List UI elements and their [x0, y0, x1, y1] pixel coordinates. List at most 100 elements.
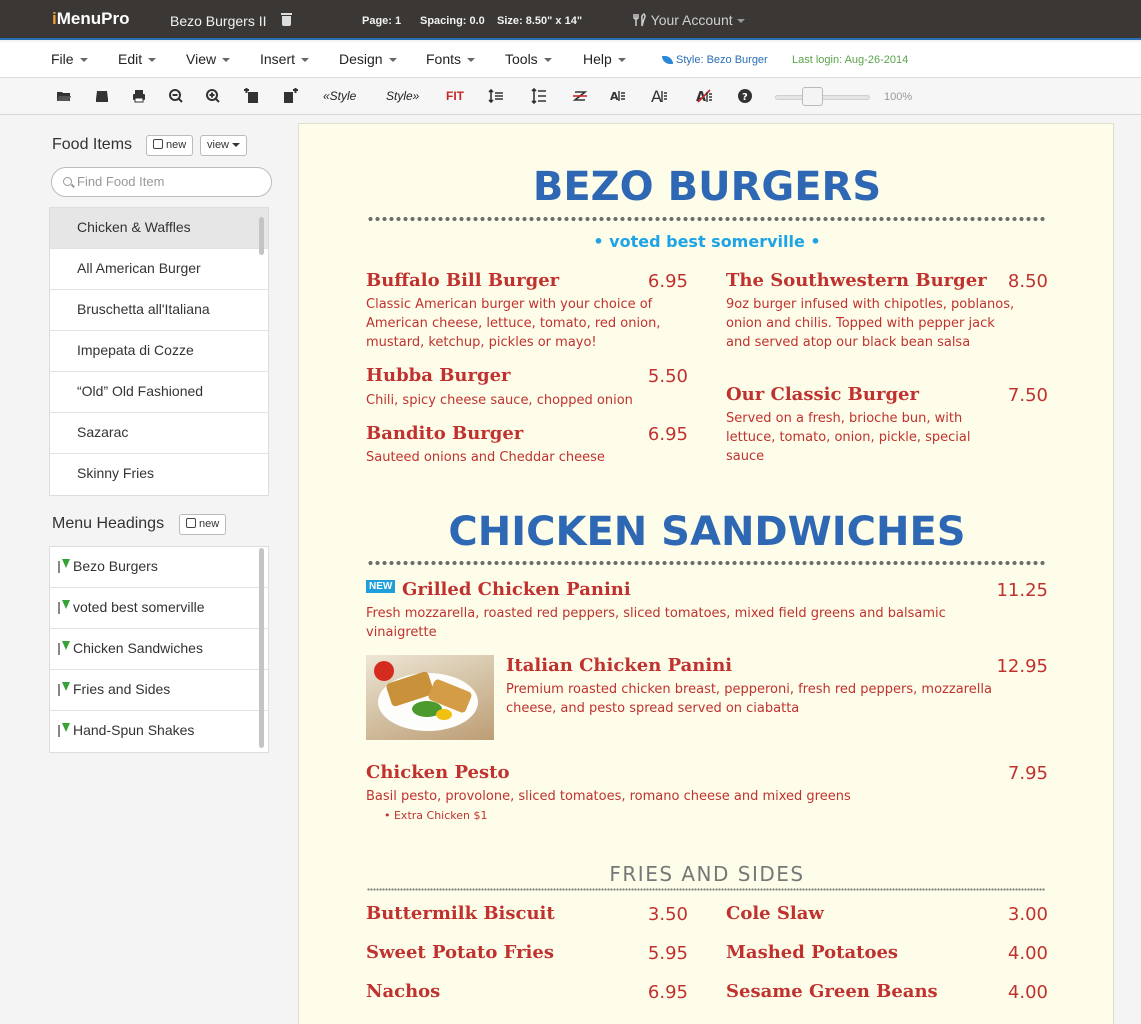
chevron-down-icon	[736, 19, 745, 24]
food-item[interactable]: Impepata di Cozze	[50, 331, 268, 372]
item-name[interactable]: Grilled Chicken Panini	[402, 579, 631, 600]
item-price[interactable]: 5.95	[599, 943, 688, 964]
previous-style-button[interactable]: «Style	[323, 89, 356, 103]
item-description[interactable]: Basil pesto, provolone, sliced tomatoes,…	[366, 787, 986, 806]
food-item[interactable]: Sazarac	[50, 413, 268, 454]
item-name[interactable]: Chicken Pesto	[366, 762, 509, 783]
item-name[interactable]: Bandito Burger	[366, 423, 523, 444]
item-name[interactable]: Hubba Burger	[366, 365, 511, 386]
section-heading-chicken-sandwiches[interactable]: CHICKEN SANDWICHES	[299, 509, 1113, 555]
food-item[interactable]: Chicken & Waffles	[50, 208, 268, 249]
chevron-down-icon	[148, 58, 157, 63]
item-price[interactable]: 7.50	[959, 385, 1048, 406]
item-description[interactable]: 9oz burger infused with chipotles, pobla…	[726, 295, 1016, 352]
item-price[interactable]: 4.00	[959, 943, 1048, 964]
item-name[interactable]: Mashed Potatoes	[726, 942, 898, 963]
strikethrough-icon[interactable]	[572, 88, 588, 104]
item-description[interactable]: Fresh mozzarella, roasted red peppers, s…	[366, 604, 986, 642]
heading-item[interactable]: voted best somerville	[50, 588, 268, 629]
line-spacing-more-icon[interactable]	[531, 88, 547, 104]
app-logo[interactable]: iMenuPro	[52, 9, 129, 29]
item-price[interactable]: 6.95	[599, 271, 688, 292]
food-item[interactable]: All American Burger	[50, 249, 268, 290]
account-menu[interactable]: Your Account	[633, 12, 745, 28]
item-name[interactable]: Sesame Green Beans	[726, 981, 938, 1002]
search-input[interactable]: Find Food Item	[51, 167, 272, 197]
menu-fonts[interactable]: Fonts	[426, 51, 476, 67]
save-icon[interactable]	[94, 88, 110, 104]
item-name[interactable]: Cole Slaw	[726, 903, 824, 924]
style-link[interactable]: Style: Bezo Burger	[662, 54, 768, 66]
menu-page[interactable]: BEZO BURGERS • voted best somerville • B…	[298, 123, 1114, 1024]
open-folder-icon[interactable]	[56, 88, 72, 104]
food-photo[interactable]	[366, 655, 494, 740]
leaf-icon	[662, 56, 673, 64]
print-icon[interactable]	[131, 88, 147, 104]
font-large-icon[interactable]: A	[651, 88, 667, 104]
menu-design[interactable]: Design	[339, 51, 397, 67]
item-name[interactable]: Nachos	[366, 981, 440, 1002]
fit-button[interactable]: FIT	[446, 89, 464, 103]
item-description[interactable]: Served on a fresh, brioche bun, with let…	[726, 409, 1001, 466]
trash-icon[interactable]	[281, 12, 292, 26]
page-settings-icon[interactable]	[283, 88, 299, 104]
food-item[interactable]: Skinny Fries	[50, 454, 268, 495]
item-price[interactable]: 11.25	[959, 580, 1048, 601]
new-heading-button[interactable]: new	[179, 514, 227, 535]
item-name[interactable]: The Southwestern Burger	[726, 270, 987, 291]
move-down-icon	[58, 641, 71, 655]
item-price[interactable]: 3.00	[959, 904, 1048, 925]
item-name[interactable]: Buffalo Bill Burger	[366, 270, 559, 291]
page-layout-icon[interactable]	[243, 88, 259, 104]
section-heading-bezo-burgers[interactable]: BEZO BURGERS	[299, 164, 1113, 210]
section-heading-fries-and-sides[interactable]: FRIES AND SIDES	[299, 862, 1113, 886]
zoom-in-icon[interactable]	[205, 88, 221, 104]
item-description[interactable]: Premium roasted chicken breast, pepperon…	[506, 680, 1026, 718]
heading-item[interactable]: Chicken Sandwiches	[50, 629, 268, 670]
next-style-button[interactable]: Style»	[386, 89, 419, 103]
item-price[interactable]: 8.50	[959, 271, 1048, 292]
chevron-down-icon	[232, 143, 241, 148]
zoom-out-icon[interactable]	[168, 88, 184, 104]
food-item[interactable]: Bruschetta all'Italiana	[50, 290, 268, 331]
menu-tools[interactable]: Tools	[505, 51, 552, 67]
item-description[interactable]: Sauteed onions and Cheddar cheese	[366, 448, 666, 467]
menu-help[interactable]: Help	[583, 51, 626, 67]
item-price[interactable]: 12.95	[959, 656, 1048, 677]
heading-item[interactable]: Bezo Burgers	[50, 547, 268, 588]
menu-file[interactable]: File	[51, 51, 88, 67]
new-food-item-button[interactable]: new	[146, 135, 194, 156]
item-addon[interactable]: • Extra Chicken $1	[384, 809, 488, 822]
menu-headings-list: Bezo Burgers voted best somerville Chick…	[49, 546, 269, 753]
font-clear-icon[interactable]: A	[696, 88, 712, 104]
tagline[interactable]: • voted best somerville •	[299, 232, 1113, 251]
heading-item[interactable]: Fries and Sides	[50, 670, 268, 711]
item-description[interactable]: Chili, spicy cheese sauce, chopped onion	[366, 391, 666, 410]
item-price[interactable]: 7.95	[959, 763, 1048, 784]
dotted-divider	[367, 560, 1047, 566]
view-button[interactable]: view	[200, 135, 248, 156]
document-title[interactable]: Bezo Burgers II	[170, 13, 267, 29]
item-name[interactable]: Buttermilk Biscuit	[366, 903, 555, 924]
help-icon[interactable]: ?	[737, 88, 753, 104]
food-item[interactable]: “Old” Old Fashioned	[50, 372, 268, 413]
font-small-icon[interactable]: A	[610, 88, 626, 104]
menu-view[interactable]: View	[186, 51, 231, 67]
item-description[interactable]: Classic American burger with your choice…	[366, 295, 661, 352]
item-name[interactable]: Sweet Potato Fries	[366, 942, 554, 963]
item-name[interactable]: Our Classic Burger	[726, 384, 919, 405]
heading-item[interactable]: Hand-Spun Shakes	[50, 711, 268, 752]
menu-insert[interactable]: Insert	[260, 51, 310, 67]
item-price[interactable]: 4.00	[959, 982, 1048, 1003]
item-price[interactable]: 3.50	[599, 904, 688, 925]
zoom-slider-handle[interactable]	[802, 87, 824, 106]
item-price[interactable]: 5.50	[599, 366, 688, 387]
line-spacing-icon[interactable]	[488, 88, 504, 104]
headings-list-scrollbar[interactable]	[259, 548, 264, 748]
item-price[interactable]: 6.95	[599, 982, 688, 1003]
menu-edit[interactable]: Edit	[118, 51, 157, 67]
item-price[interactable]: 6.95	[599, 424, 688, 445]
menu-bar: File Edit View Insert Design Fonts Tools…	[0, 42, 1141, 78]
item-name[interactable]: Italian Chicken Panini	[506, 655, 732, 676]
food-list-scrollbar[interactable]	[259, 217, 264, 255]
